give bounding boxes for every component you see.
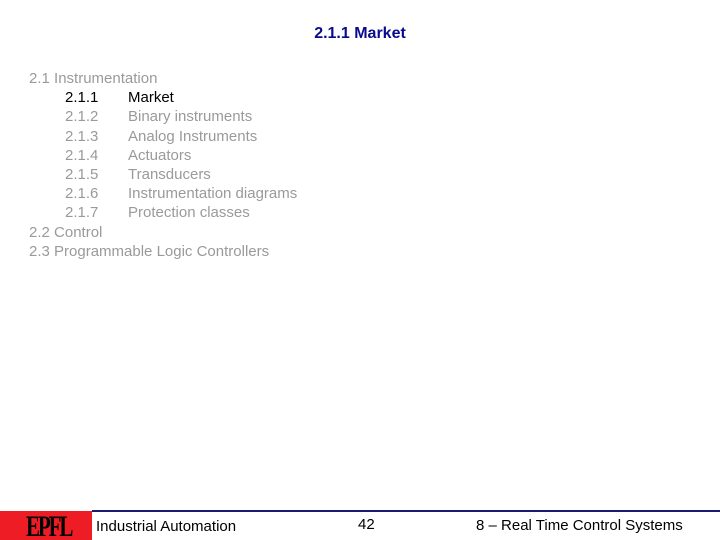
outline-label: Market	[128, 89, 174, 107]
footer-divider	[92, 510, 720, 512]
outline-item-2-3: 2.3 Programmable Logic Controllers	[29, 242, 297, 261]
slide-title: 2.1.1 Market	[314, 25, 406, 42]
outline-list: 2.1 Instrumentation 2.1.1 Market 2.1.2 Bin…	[29, 69, 297, 261]
outline-item-2-1: 2.1 Instrumentation	[29, 69, 297, 88]
outline-item-2-1-4: 2.1.4 Actuators	[29, 146, 297, 165]
outline-label: Instrumentation	[54, 70, 158, 87]
outline-number: 2.1	[29, 70, 50, 87]
outline-item-2-1-1: 2.1.1 Market	[29, 88, 297, 107]
footer-page-number: 42	[358, 516, 375, 533]
outline-label: Instrumentation diagrams	[128, 185, 298, 203]
outline-item-2-1-7: 2.1.7 Protection classes	[29, 203, 297, 222]
outline-label: Protection classes	[128, 204, 250, 222]
outline-item-2-1-3: 2.1.3 Analog Instruments	[29, 127, 297, 146]
outline-label: Actuators	[128, 146, 192, 164]
outline-number: 2.2	[29, 223, 50, 241]
outline-item-2-1-2: 2.1.2 Binary instruments	[29, 107, 297, 126]
footer-chapter-title: 8 – Real Time Control Systems	[476, 517, 683, 534]
outline-label: Transducers	[128, 165, 211, 183]
outline-number: 2.1.1	[65, 89, 99, 107]
outline-number: 2.1.7	[65, 204, 99, 222]
outline-label: Control	[54, 223, 103, 241]
outline-item-2-1-5: 2.1.5 Transducers	[29, 165, 297, 184]
outline-item-2-2: 2.2 Control	[29, 223, 297, 242]
outline-number: 2.1.2	[65, 108, 99, 126]
outline-number: 2.1.3	[65, 127, 99, 145]
outline-label: Programmable Logic Controllers	[54, 242, 270, 260]
epfl-logo: EPFL	[0, 511, 92, 540]
outline-number: 2.1.5	[65, 165, 99, 183]
footer-course-title: Industrial Automation	[96, 518, 237, 535]
outline-item-2-1-6: 2.1.6 Instrumentation diagrams	[29, 184, 297, 203]
outline-label: Binary instruments	[128, 108, 253, 126]
outline-number: 2.1.4	[65, 146, 99, 164]
outline-number: 2.3	[29, 242, 50, 260]
outline-label: Analog Instruments	[128, 127, 258, 145]
epfl-logo-text: EPFL	[26, 511, 73, 540]
outline-number: 2.1.6	[65, 185, 99, 203]
